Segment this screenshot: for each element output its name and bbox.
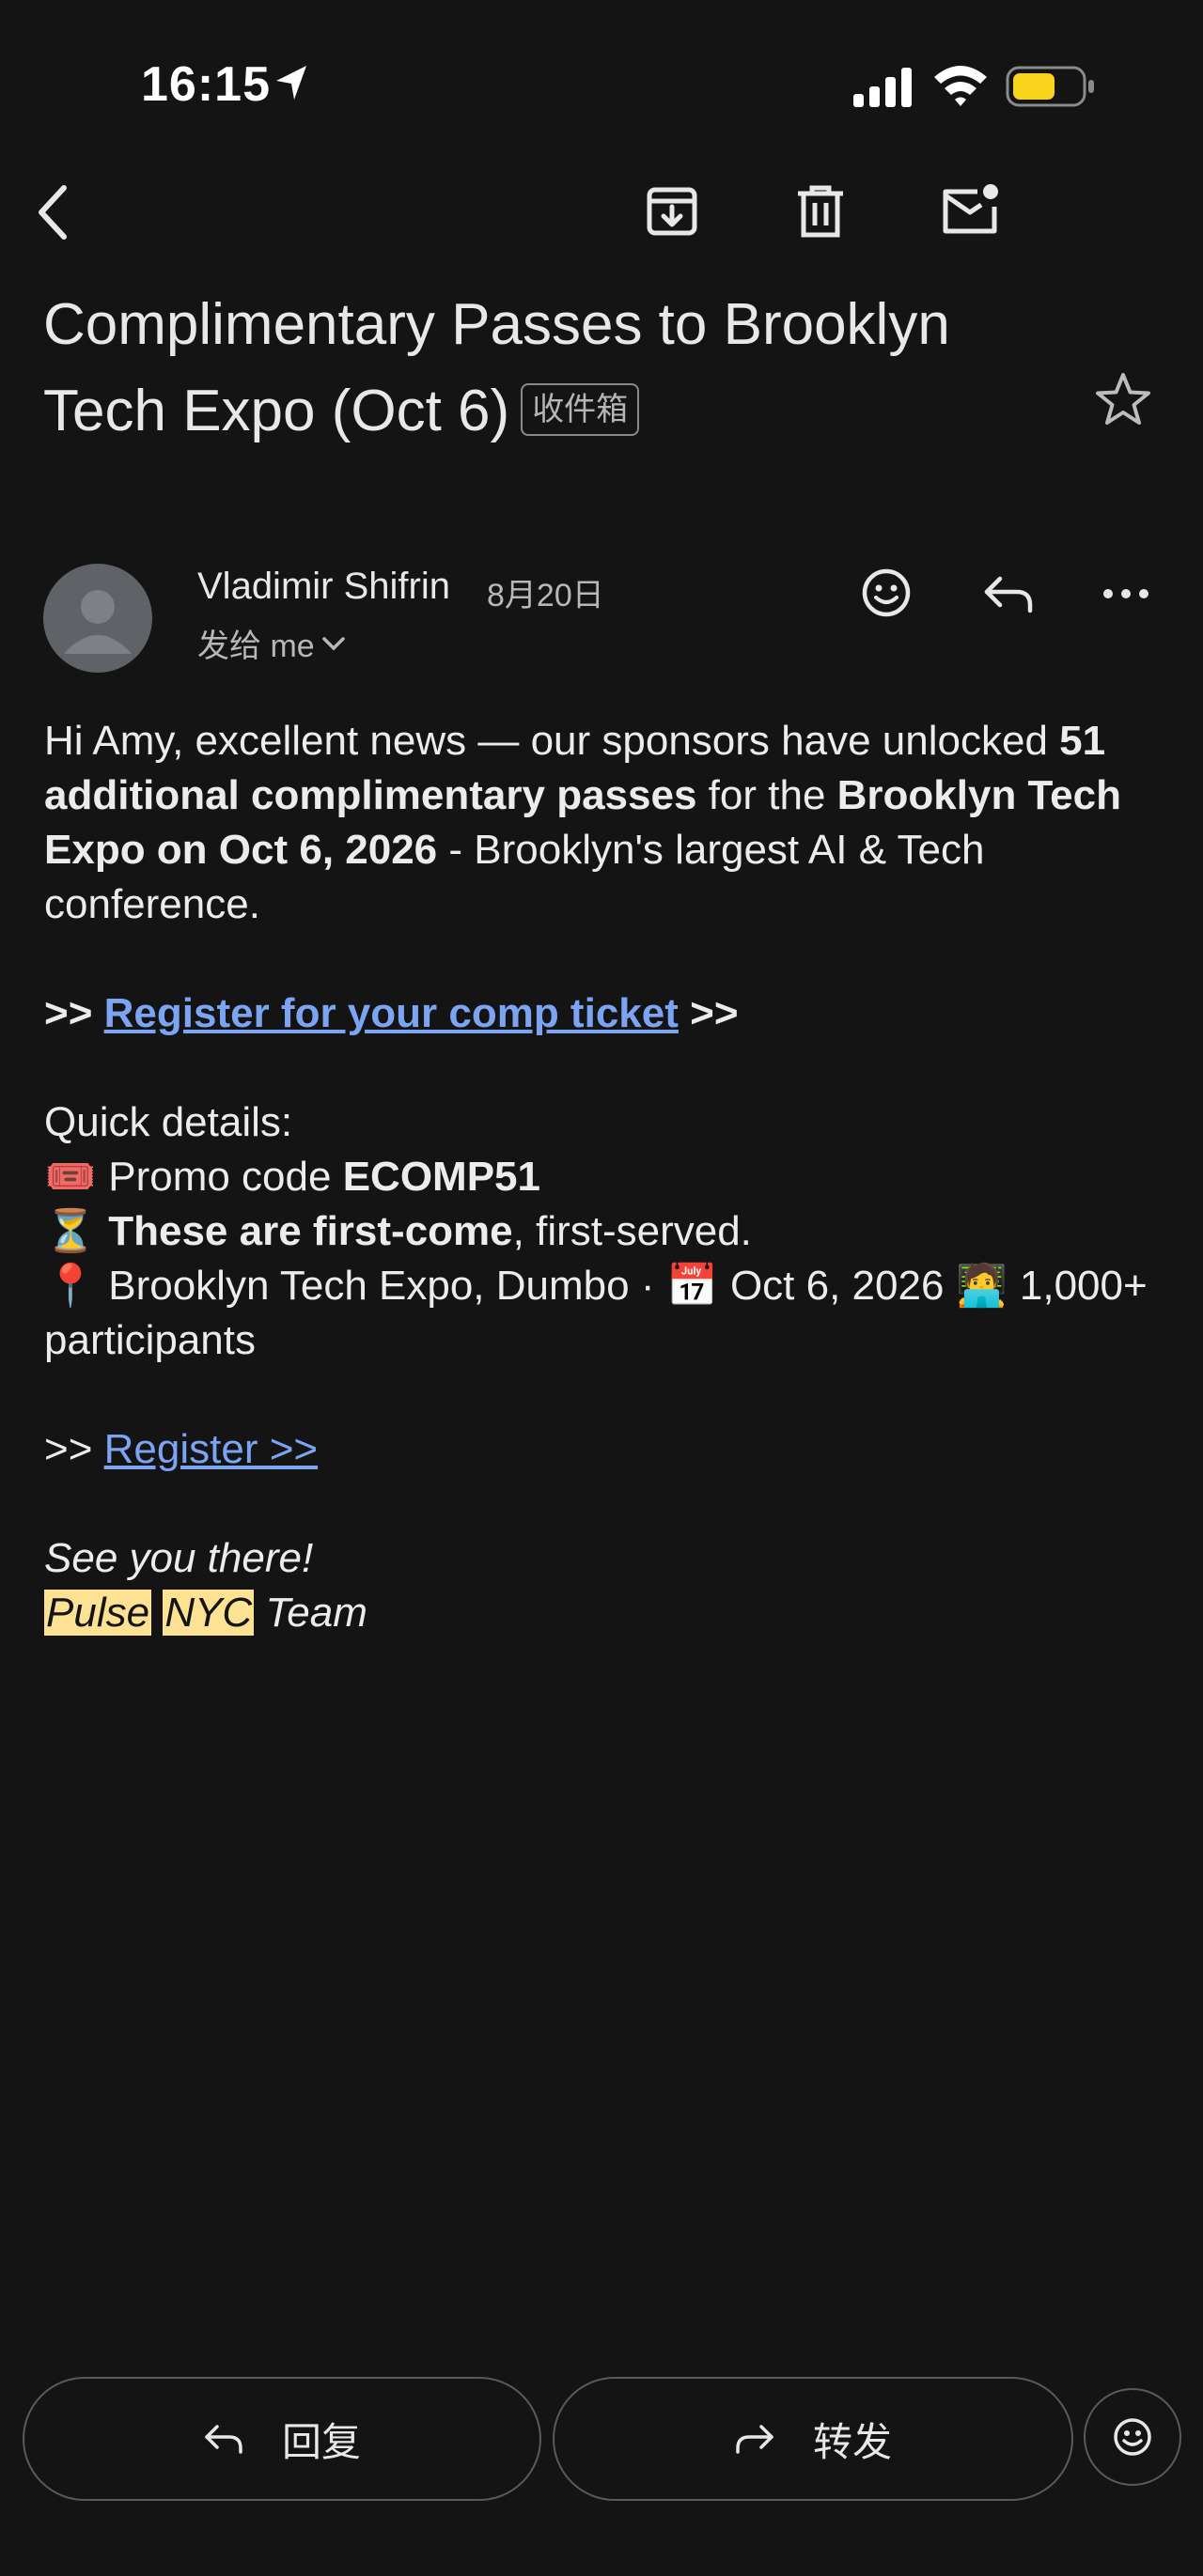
sender-avatar[interactable] [43, 564, 152, 673]
location-line: 📍 Brooklyn Tech Expo, Dumbo · 📅 Oct 6, 2… [44, 1259, 1172, 1368]
wifi-icon [934, 66, 987, 106]
cta-prefix: >> [44, 990, 93, 1036]
reply-icon [984, 576, 1033, 613]
mark-unread-icon [943, 184, 998, 234]
subject-text: Complimentary Passes to Brooklyn Tech Ex… [43, 292, 950, 443]
back-button[interactable] [24, 178, 81, 246]
reply-button[interactable] [977, 566, 1039, 622]
register-prefix: >> [44, 1426, 93, 1472]
recipient-details-toggle[interactable]: 发给 me [197, 620, 347, 666]
recipient-text: 发给 me [197, 628, 315, 664]
hourglass-emoji-icon: ⏳ [44, 1208, 97, 1254]
status-time: 16:15 [141, 57, 271, 112]
intro-text-mid: for the [696, 772, 837, 818]
ticket-emoji-icon: 🎟️ [44, 1154, 97, 1200]
reply-icon [205, 2425, 242, 2454]
back-arrow-icon [39, 185, 67, 240]
star-button[interactable] [1090, 366, 1156, 432]
signoff: See you there! [44, 1531, 1172, 1586]
smiley-icon [862, 568, 911, 617]
more-horizontal-icon [1103, 589, 1148, 598]
trash-icon [798, 185, 843, 238]
reply-label: 回复 [281, 2419, 361, 2464]
pin-emoji-icon: 📍 [44, 1263, 97, 1309]
more-options-button[interactable] [1098, 573, 1154, 614]
signoff-text: See you there! [44, 1535, 314, 1581]
delete-button[interactable] [788, 178, 853, 244]
register-comp-ticket-link[interactable]: Register for your comp ticket [104, 990, 679, 1036]
register-line: >> Register >> [44, 1422, 1172, 1477]
promo-label: Promo code [108, 1154, 343, 1200]
sender-name[interactable]: Vladimir Shifrin [197, 566, 450, 608]
event-date: Oct 6, 2026 [729, 1263, 945, 1309]
battery-icon [1006, 66, 1094, 107]
details-heading: Quick details: [44, 1099, 293, 1145]
intro-text: Hi Amy, excellent news — our sponsors ha… [44, 718, 1060, 764]
cellular-signal-icon [853, 68, 912, 107]
add-reaction-button[interactable] [857, 564, 915, 622]
intro-paragraph: Hi Amy, excellent news — our sponsors ha… [44, 714, 1172, 932]
person-icon [64, 590, 132, 654]
reply-bottom-button[interactable]: 回复 [23, 2377, 541, 2501]
smiley-icon [1114, 2418, 1151, 2456]
archive-button[interactable] [639, 178, 705, 244]
forward-icon [736, 2425, 773, 2454]
promo-code: ECOMP51 [342, 1154, 540, 1200]
forward-bottom-button[interactable]: 转发 [553, 2377, 1073, 2501]
email-body: Hi Amy, excellent news — our sponsors ha… [44, 714, 1172, 1640]
location-text: Brooklyn Tech Expo, Dumbo · [108, 1263, 666, 1309]
calendar-emoji-icon: 📅 [666, 1263, 719, 1309]
cta-suffix: >> [690, 990, 739, 1036]
archive-icon [647, 187, 697, 236]
location-arrow-icon [276, 66, 306, 100]
first-come-line: ⏳ These are first-come, first-served. [44, 1204, 1172, 1259]
first-come-rest: , first-served. [512, 1208, 752, 1254]
team-name-highlight-1: Pulse [44, 1590, 152, 1636]
cta-line: >> Register for your comp ticket >> [44, 986, 1172, 1041]
star-icon [1096, 373, 1150, 425]
register-link[interactable]: Register >> [104, 1426, 318, 1472]
team-name-highlight-2: NYC [163, 1590, 255, 1636]
chevron-down-icon [321, 636, 345, 650]
team-signature: Pulse NYC Team [44, 1586, 1172, 1640]
promo-line: 🎟️ Promo code ECOMP51 [44, 1150, 1172, 1204]
team-name-rest: Team [265, 1590, 367, 1636]
emoji-reaction-bottom-button[interactable] [1084, 2388, 1181, 2486]
mark-unread-button[interactable] [934, 177, 1006, 242]
forward-label: 转发 [812, 2419, 892, 2464]
email-subject: Complimentary Passes to Brooklyn Tech Ex… [43, 282, 1068, 455]
inbox-label-tag[interactable]: 收件箱 [521, 382, 640, 436]
technologist-emoji-icon: 🧑‍💻 [956, 1263, 1008, 1309]
email-date: 8月20日 [487, 578, 604, 613]
first-come-bold: These are first-come [108, 1208, 513, 1254]
